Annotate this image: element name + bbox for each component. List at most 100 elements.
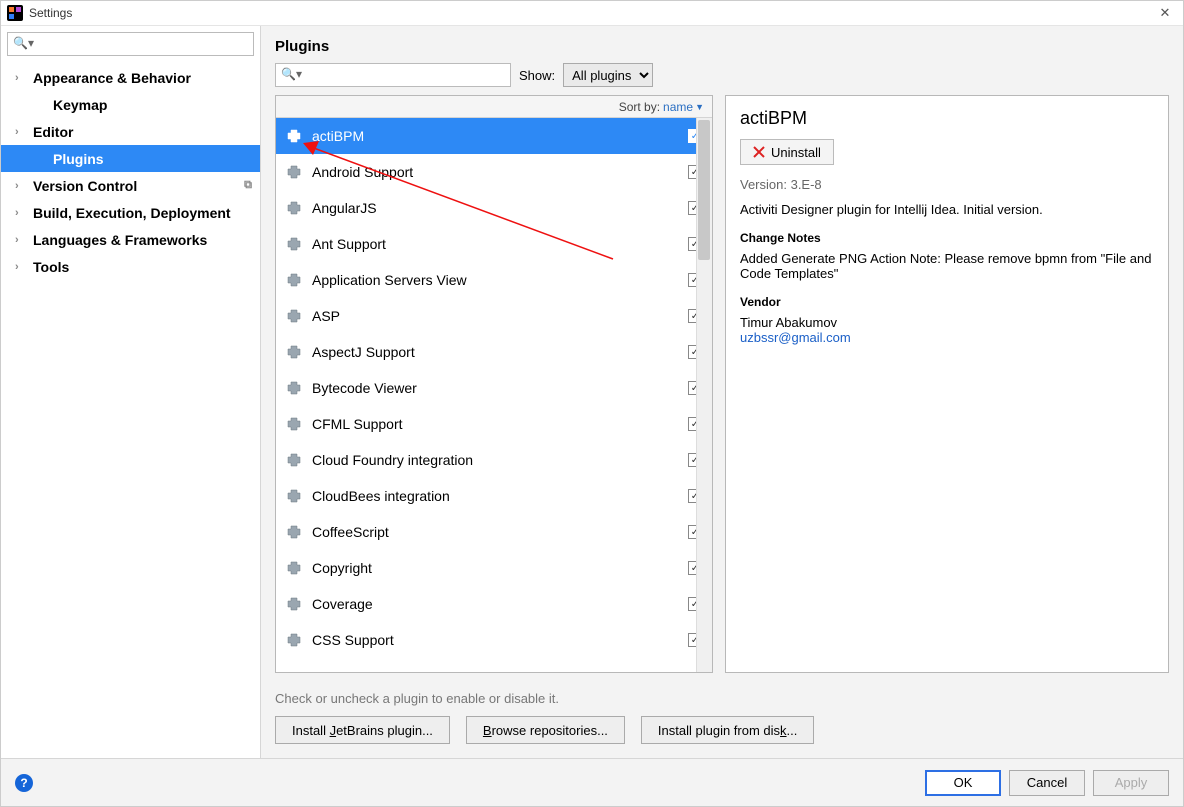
plugin-row-label: Bytecode Viewer <box>312 380 688 396</box>
sidebar-item-editor[interactable]: › Editor <box>1 118 260 145</box>
sidebar-item-plugins[interactable]: Plugins <box>1 145 260 172</box>
plugin-icon <box>286 632 302 648</box>
sidebar-item-label: Editor <box>33 124 73 140</box>
plugin-icon <box>286 308 302 324</box>
chevron-right-icon: › <box>15 126 27 138</box>
plugin-row-label: Copyright <box>312 560 688 576</box>
plugin-row[interactable]: Android Support✓ <box>276 154 712 190</box>
sidebar-item-label: Appearance & Behavior <box>33 70 191 86</box>
sidebar-item-label: Build, Execution, Deployment <box>33 205 231 221</box>
sidebar-item-label: Languages & Frameworks <box>33 232 207 248</box>
plugin-row-label: CloudBees integration <box>312 488 688 504</box>
chevron-right-icon: › <box>15 180 27 192</box>
uninstall-x-icon <box>753 146 765 158</box>
search-icon: 🔍▾ <box>13 36 34 50</box>
plugin-detail-panel: actiBPM Uninstall Version: 3.E-8 Activit… <box>725 95 1169 673</box>
plugin-icon <box>286 272 302 288</box>
plugin-icon <box>286 164 302 180</box>
plugin-row-label: CFML Support <box>312 416 688 432</box>
plugin-icon <box>286 560 302 576</box>
sidebar-item-appearance-behavior[interactable]: › Appearance & Behavior <box>1 64 260 91</box>
sidebar-search-input[interactable] <box>7 32 254 56</box>
sidebar-item-label: Version Control <box>33 178 137 194</box>
install-from-disk-button[interactable]: Install plugin from disk... <box>641 716 814 744</box>
dialog-footer: ? OK Cancel Apply <box>1 758 1183 806</box>
plugin-row[interactable]: CloudBees integration✓ <box>276 478 712 514</box>
plugin-row[interactable]: Copyright✓ <box>276 550 712 586</box>
plugin-row-label: AngularJS <box>312 200 688 216</box>
plugin-row-label: Cloud Foundry integration <box>312 452 688 468</box>
show-label: Show: <box>519 68 555 83</box>
uninstall-label: Uninstall <box>771 145 821 160</box>
ok-button[interactable]: OK <box>925 770 1001 796</box>
plugin-row[interactable]: CFML Support✓ <box>276 406 712 442</box>
plugin-row[interactable]: Bytecode Viewer✓ <box>276 370 712 406</box>
plugin-row[interactable]: Application Servers View✓ <box>276 262 712 298</box>
chevron-right-icon: › <box>15 207 27 219</box>
sidebar-item-build-execution-deployment[interactable]: › Build, Execution, Deployment <box>1 199 260 226</box>
plugin-row[interactable]: actiBPM✓ <box>276 118 712 154</box>
titlebar: Settings ✕ <box>1 1 1183 26</box>
vendor-email[interactable]: uzbssr@gmail.com <box>740 330 851 345</box>
plugin-icon <box>286 596 302 612</box>
plugin-icon <box>286 452 302 468</box>
chevron-right-icon: › <box>15 72 27 84</box>
close-icon[interactable]: ✕ <box>1153 5 1177 21</box>
app-icon <box>7 5 23 21</box>
cancel-button[interactable]: Cancel <box>1009 770 1085 796</box>
plugin-row-label: actiBPM <box>312 128 688 144</box>
plugin-row[interactable]: Coverage✓ <box>276 586 712 622</box>
plugin-row-label: AspectJ Support <box>312 344 688 360</box>
sidebar-item-keymap[interactable]: Keymap <box>1 91 260 118</box>
settings-tree[interactable]: › Appearance & Behavior Keymap › Editor Plugi… <box>1 62 260 758</box>
plugin-row[interactable]: AngularJS✓ <box>276 190 712 226</box>
plugin-icon <box>286 524 302 540</box>
plugin-icon <box>286 416 302 432</box>
plugin-row[interactable]: Ant Support✓ <box>276 226 712 262</box>
plugin-row[interactable]: CSS Support✓ <box>276 622 712 658</box>
plugins-list-panel: Sort by: name ▼ actiBPM✓Android Support✓… <box>275 95 713 673</box>
window-title: Settings <box>29 6 72 20</box>
plugin-search-input[interactable] <box>275 63 511 87</box>
plugin-icon <box>286 488 302 504</box>
sidebar-item-label: Keymap <box>53 97 107 113</box>
plugin-icon <box>286 344 302 360</box>
chevron-down-icon: ▼ <box>695 102 704 112</box>
plugin-row-label: ASP <box>312 308 688 324</box>
plugin-description: Activiti Designer plugin for Intellij Id… <box>740 202 1154 217</box>
sidebar-search[interactable]: 🔍▾ <box>7 32 254 56</box>
sidebar-item-version-control[interactable]: ›Version Control⧉ <box>1 172 260 199</box>
plugin-row[interactable]: Cloud Foundry integration✓ <box>276 442 712 478</box>
plugins-list[interactable]: actiBPM✓Android Support✓AngularJS✓Ant Su… <box>276 118 712 672</box>
change-notes: Added Generate PNG Action Note: Please r… <box>740 251 1154 281</box>
sort-bar[interactable]: Sort by: name ▼ <box>276 96 712 118</box>
plugin-row[interactable]: AspectJ Support✓ <box>276 334 712 370</box>
install-jetbrains-button[interactable]: Install JetBrains plugin... <box>275 716 450 744</box>
plugin-row[interactable]: CoffeeScript✓ <box>276 514 712 550</box>
chevron-right-icon: › <box>15 261 27 273</box>
plugin-row-label: Application Servers View <box>312 272 688 288</box>
apply-button[interactable]: Apply <box>1093 770 1169 796</box>
plugin-row-label: CSS Support <box>312 632 688 648</box>
sort-label: Sort by: <box>619 100 660 114</box>
uninstall-button[interactable]: Uninstall <box>740 139 834 165</box>
browse-repositories-button[interactable]: Browse repositories... <box>466 716 625 744</box>
plugin-row-label: Ant Support <box>312 236 688 252</box>
plugin-icon <box>286 128 302 144</box>
scrollbar-thumb[interactable] <box>698 120 710 260</box>
plugin-icon <box>286 200 302 216</box>
plugin-icon <box>286 236 302 252</box>
vendor-header: Vendor <box>740 295 1154 309</box>
plugin-row[interactable]: ASP✓ <box>276 298 712 334</box>
vendor-name: Timur Abakumov <box>740 315 1154 330</box>
page-title: Plugins <box>261 26 1183 63</box>
plugin-search[interactable]: 🔍▾ <box>275 63 511 87</box>
help-icon[interactable]: ? <box>15 774 33 792</box>
plugin-icon <box>286 380 302 396</box>
plugin-version: Version: 3.E-8 <box>740 177 1154 192</box>
sort-value: name <box>663 100 693 114</box>
sidebar-item-languages-frameworks[interactable]: ›Languages & Frameworks <box>1 226 260 253</box>
sidebar-item-tools[interactable]: ›Tools <box>1 253 260 280</box>
show-select[interactable]: All plugins <box>563 63 653 87</box>
settings-sidebar: 🔍▾ › Appearance & Behavior Keymap › Editor Pl… <box>1 26 261 758</box>
